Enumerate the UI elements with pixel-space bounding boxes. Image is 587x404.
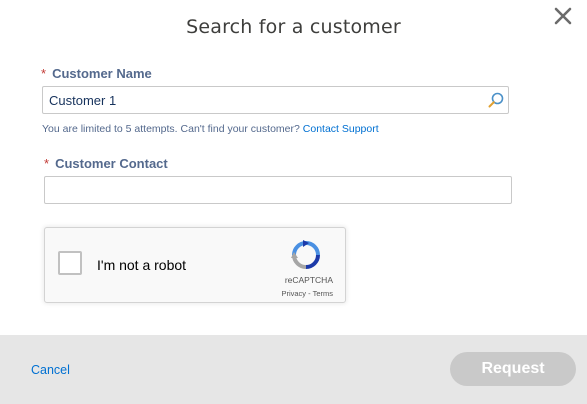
required-mark: * bbox=[44, 156, 50, 171]
required-mark: * bbox=[41, 66, 47, 81]
customer-name-input[interactable] bbox=[42, 86, 509, 114]
close-icon[interactable] bbox=[551, 4, 575, 28]
customer-name-label-text: Customer Name bbox=[52, 66, 152, 81]
recaptcha-logo-icon bbox=[290, 239, 322, 271]
request-button[interactable]: Request bbox=[450, 352, 576, 386]
customer-name-field bbox=[42, 86, 509, 114]
recaptcha-links: Privacy - Terms bbox=[281, 289, 333, 298]
recaptcha-label: I'm not a robot bbox=[97, 257, 187, 273]
search-icon[interactable] bbox=[487, 91, 505, 109]
customer-name-label: * Customer Name bbox=[41, 66, 152, 81]
dialog-footer: Cancel Request bbox=[0, 335, 587, 404]
recaptcha-widget: I'm not a robot reCAPTCHA Privacy - Term… bbox=[44, 227, 346, 303]
customer-contact-label: * Customer Contact bbox=[44, 156, 168, 171]
recaptcha-brand: reCAPTCHA bbox=[284, 275, 333, 285]
attempts-hint: You are limited to 5 attempts. Can't fin… bbox=[42, 123, 379, 135]
terms-link[interactable]: Terms bbox=[313, 289, 333, 298]
customer-contact-label-text: Customer Contact bbox=[55, 156, 168, 171]
customer-contact-input[interactable] bbox=[44, 176, 512, 204]
contact-support-link[interactable]: Contact Support bbox=[303, 123, 379, 135]
attempts-hint-text: You are limited to 5 attempts. Can't fin… bbox=[42, 123, 300, 135]
dialog-title: Search for a customer bbox=[186, 16, 401, 38]
recaptcha-checkbox[interactable] bbox=[58, 251, 82, 275]
search-customer-dialog: Search for a customer * Customer Name You… bbox=[0, 0, 587, 404]
privacy-link[interactable]: Privacy bbox=[281, 289, 306, 298]
cancel-button[interactable]: Cancel bbox=[31, 363, 70, 377]
